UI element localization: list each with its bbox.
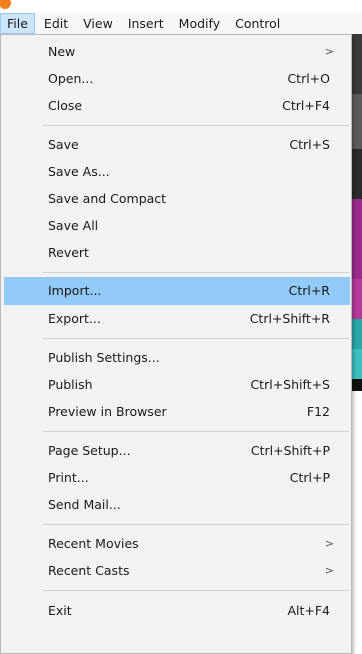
menu-item-print[interactable]: Print... Ctrl+P (43, 464, 336, 492)
menu-item-save-as[interactable]: Save As... (43, 158, 336, 186)
menu-separator (43, 524, 349, 525)
menu-item-save-and-compact[interactable]: Save and Compact (43, 185, 336, 213)
menu-item-shortcut: Alt+F4 (287, 603, 330, 618)
menu-control[interactable]: Control (229, 13, 286, 34)
menu-item-label: Open... (48, 71, 94, 86)
menu-item-label: Recent Movies (48, 536, 139, 551)
menu-item-shortcut: Ctrl+Shift+R (249, 311, 330, 326)
menu-separator (43, 125, 349, 126)
menu-item-publish-settings[interactable]: Publish Settings... (43, 344, 336, 372)
menu-item-preview-in-browser[interactable]: Preview in Browser F12 (43, 398, 336, 426)
menu-item-import[interactable]: Import... Ctrl+R (4, 277, 350, 305)
menu-item-label: Publish (48, 377, 93, 392)
menu-item-label: Preview in Browser (48, 404, 167, 419)
menu-item-label: Save As... (48, 164, 110, 179)
menu-item-shortcut: Ctrl+F4 (282, 98, 330, 113)
menu-item-label: Import... (48, 283, 102, 298)
menu-item-label: Save and Compact (48, 191, 167, 206)
menu-separator (43, 431, 349, 432)
menu-item-exit[interactable]: Exit Alt+F4 (43, 597, 336, 625)
menu-item-label: Recent Casts (48, 563, 130, 578)
background-stage (352, 34, 362, 654)
menu-item-shortcut: F12 (306, 404, 330, 419)
menu-icon-gutter (1, 35, 41, 653)
menu-item-label: Save All (48, 218, 99, 233)
menu-item-recent-movies[interactable]: Recent Movies > (43, 530, 336, 558)
menu-modify[interactable]: Modify (173, 13, 226, 34)
menu-bar: File Edit View Insert Modify Control (0, 13, 362, 35)
menu-item-label: Export... (48, 311, 101, 326)
menu-item-shortcut: Ctrl+O (287, 71, 330, 86)
menu-item-label: Exit (48, 603, 72, 618)
menu-item-shortcut: Ctrl+S (289, 137, 330, 152)
chevron-right-icon: > (324, 537, 334, 550)
chevron-right-icon: > (324, 45, 334, 58)
file-dropdown-menu: New > Open... Ctrl+O Close Ctrl+F4 Save … (0, 34, 352, 654)
menu-separator (43, 272, 349, 273)
menu-item-close[interactable]: Close Ctrl+F4 (43, 92, 336, 120)
menu-item-revert[interactable]: Revert (43, 239, 336, 267)
menu-item-label: Print... (48, 470, 89, 485)
menu-item-page-setup[interactable]: Page Setup... Ctrl+Shift+P (43, 437, 336, 465)
menu-item-export[interactable]: Export... Ctrl+Shift+R (43, 305, 336, 333)
menu-item-label: New (48, 44, 76, 59)
menu-item-label: Send Mail... (48, 497, 121, 512)
menu-item-shortcut: Ctrl+R (288, 283, 330, 298)
menu-item-label: Page Setup... (48, 443, 131, 458)
menu-item-new[interactable]: New > (43, 38, 336, 66)
chevron-right-icon: > (324, 564, 334, 577)
menu-item-shortcut: Ctrl+P (289, 470, 330, 485)
menu-item-shortcut: Ctrl+Shift+P (250, 443, 330, 458)
menu-item-label: Revert (48, 245, 89, 260)
menu-item-save[interactable]: Save Ctrl+S (43, 131, 336, 159)
menu-view[interactable]: View (77, 13, 119, 34)
menu-item-label: Save (48, 137, 79, 152)
menu-item-shortcut: Ctrl+Shift+S (250, 377, 330, 392)
menu-separator (43, 338, 349, 339)
menu-insert[interactable]: Insert (122, 13, 170, 34)
menu-item-send-mail[interactable]: Send Mail... (43, 491, 336, 519)
menu-item-recent-casts[interactable]: Recent Casts > (43, 557, 336, 585)
menu-item-open[interactable]: Open... Ctrl+O (43, 65, 336, 93)
menu-separator (43, 590, 349, 591)
menu-item-label: Close (48, 98, 83, 113)
menu-edit[interactable]: Edit (38, 13, 74, 34)
app-logo-icon (0, 0, 11, 9)
menu-file[interactable]: File (0, 13, 35, 34)
menu-item-label: Publish Settings... (48, 350, 160, 365)
menu-item-save-all[interactable]: Save All (43, 212, 336, 240)
menu-item-publish[interactable]: Publish Ctrl+Shift+S (43, 371, 336, 399)
